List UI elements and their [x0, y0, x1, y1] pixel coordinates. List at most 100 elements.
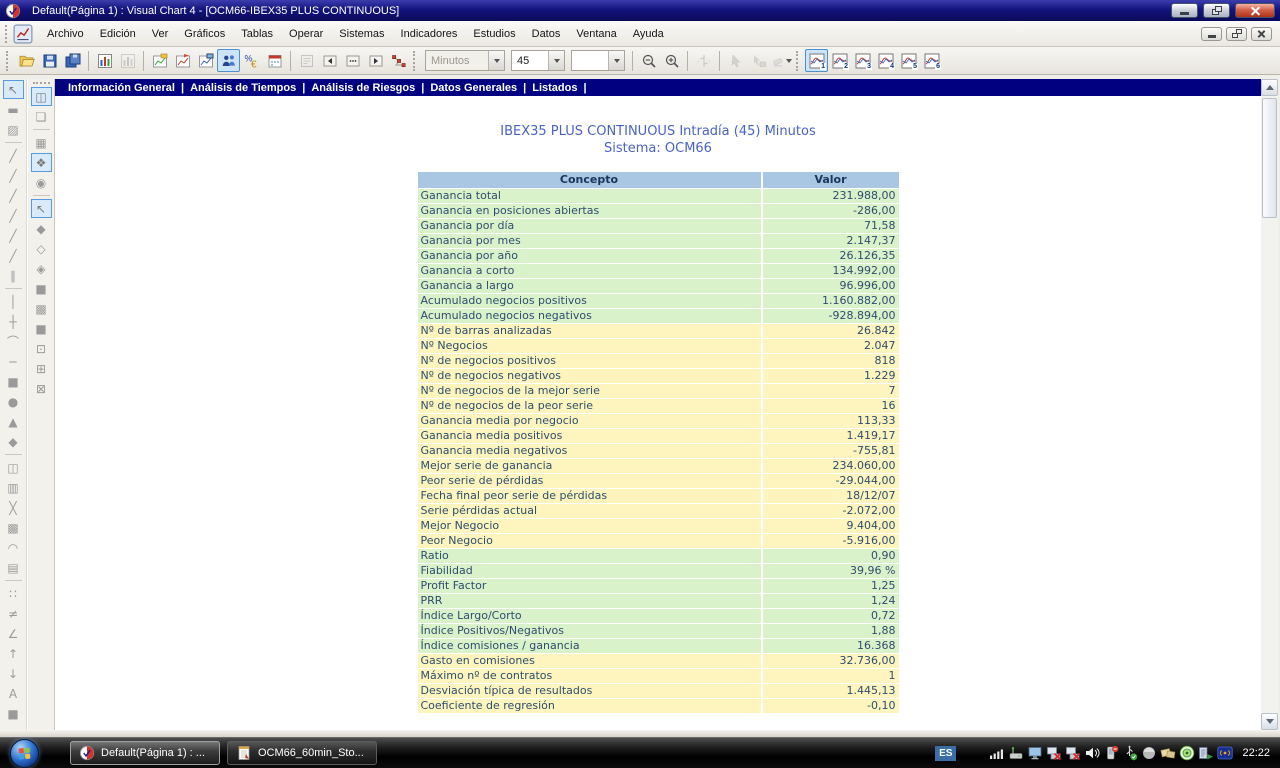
view-preset-6-icon[interactable]: 6 — [920, 49, 943, 72]
page-prev-icon[interactable] — [318, 49, 341, 72]
menu-item-graficos[interactable]: Gráficos — [176, 24, 233, 44]
menu-item-operar[interactable]: Operar — [281, 24, 331, 44]
mdi-close-button[interactable] — [1251, 27, 1272, 41]
trendline-tool-icon[interactable]: ╱ — [3, 166, 24, 185]
hatch-tool-icon[interactable]: ╳ — [3, 498, 24, 517]
network-error2-icon[interactable] — [1065, 745, 1081, 761]
parallel-lines-tool-icon[interactable]: ∥ — [3, 266, 24, 285]
color-swatch-tool-icon[interactable]: ■ — [3, 704, 24, 723]
network-error-icon[interactable] — [1046, 745, 1062, 761]
chevron-down-icon[interactable] — [786, 59, 792, 63]
arrow-up-tool-icon[interactable]: ↑ — [3, 644, 24, 663]
pin-line-tool-icon[interactable]: ▬ — [3, 100, 24, 119]
chevron-down-icon[interactable] — [548, 51, 564, 70]
zoom-out-icon[interactable] — [637, 49, 660, 72]
mdi-minimize-button[interactable] — [1201, 27, 1222, 41]
delete-box-tool-icon[interactable]: ⊠ — [31, 379, 52, 398]
menu-item-sistemas[interactable]: Sistemas — [331, 24, 392, 44]
dotted-diamond-tool-icon[interactable]: ◇ — [31, 239, 52, 258]
tab-datos-generales[interactable]: Datos Generales — [424, 82, 523, 94]
region-tool-icon[interactable]: ▨ — [3, 120, 24, 139]
tab-listados[interactable]: Listados — [526, 82, 583, 94]
ray-tool-icon[interactable]: ╱ — [3, 186, 24, 205]
taskbar-clock[interactable]: 22:22 — [1242, 747, 1270, 759]
solid-box-tool-icon[interactable]: ■ — [31, 319, 52, 338]
window-layout-tool-icon[interactable]: ◫ — [31, 87, 52, 106]
view-preset-5-icon[interactable]: 5 — [897, 49, 920, 72]
chart-settings-tool-icon[interactable]: ⊞ — [31, 359, 52, 378]
open-icon[interactable] — [15, 49, 38, 72]
tab-analisis-de-tiempos[interactable]: Análisis de Tiempos — [184, 82, 302, 94]
restore-button[interactable] — [1203, 3, 1230, 18]
curve-tool-icon[interactable]: ⌒ — [3, 332, 24, 351]
menubar-grip[interactable] — [5, 25, 9, 43]
wireless-badge-icon[interactable] — [1217, 745, 1233, 761]
vertical-scrollbar[interactable] — [1261, 79, 1278, 730]
segment-tool-icon[interactable]: ╱ — [3, 146, 24, 165]
toolbar-grip[interactable] — [33, 82, 50, 86]
vertical-line-tool-icon[interactable]: │ — [3, 292, 24, 311]
open-marked-chart-icon[interactable] — [194, 49, 217, 72]
objects-manager-tool-icon[interactable]: ❖ — [31, 153, 52, 172]
chevron-down-icon[interactable] — [608, 51, 624, 70]
pc-icon[interactable] — [1027, 745, 1043, 761]
regression-line-tool-icon[interactable]: ╱ — [3, 226, 24, 245]
menu-item-ventana[interactable]: Ventana — [568, 24, 624, 44]
menu-item-ver[interactable]: Ver — [144, 24, 177, 44]
diamond-tool-icon[interactable]: ◆ — [3, 432, 24, 451]
start-button[interactable] — [10, 739, 39, 768]
view-preset-3-icon[interactable]: 3 — [851, 49, 874, 72]
tab-informacion-general[interactable]: Información General — [62, 82, 181, 94]
link-windows-icon[interactable] — [387, 49, 410, 72]
zoom-in-icon[interactable] — [660, 49, 683, 72]
scanner-icon[interactable] — [1179, 745, 1195, 761]
triangle-tool-icon[interactable]: ▲ — [3, 412, 24, 431]
diamond-marker-tool-icon[interactable]: ◆ — [31, 219, 52, 238]
scatter-tool-icon[interactable]: ∷ — [3, 584, 24, 603]
files-icon[interactable] — [1160, 745, 1176, 761]
pointer-tool-icon[interactable]: ↖ — [3, 80, 24, 99]
menu-item-tablas[interactable]: Tablas — [233, 24, 281, 44]
save-icon[interactable] — [38, 49, 61, 72]
menu-item-archivo[interactable]: Archivo — [39, 24, 92, 44]
text-tool-icon[interactable]: A — [3, 684, 24, 703]
view-preset-4-icon[interactable]: 4 — [874, 49, 897, 72]
usb-ok-icon[interactable] — [1122, 745, 1138, 761]
chart-bars-icon[interactable] — [93, 49, 116, 72]
mdi-restore-button[interactable] — [1226, 27, 1247, 41]
toolbar-grip[interactable] — [6, 51, 10, 71]
scroll-up-button[interactable] — [1261, 79, 1278, 96]
minimize-button[interactable] — [1171, 3, 1198, 18]
toolbar-grip[interactable] — [413, 51, 417, 71]
menu-item-indicadores[interactable]: Indicadores — [393, 24, 466, 44]
language-indicator[interactable]: ES — [935, 746, 956, 761]
hatched-box-tool-icon[interactable]: ▩ — [3, 518, 24, 537]
percent-euro-icon[interactable]: %€ — [240, 49, 263, 72]
new-chart-icon[interactable] — [148, 49, 171, 72]
page-next-icon[interactable] — [364, 49, 387, 72]
tab-analisis-de-riesgos[interactable]: Análisis de Riesgos — [305, 82, 421, 94]
save-all-icon[interactable] — [61, 49, 84, 72]
rectangle-tool-icon[interactable]: ■ — [3, 372, 24, 391]
dotted-diamond2-tool-icon[interactable]: ◈ — [31, 259, 52, 278]
menu-item-estudios[interactable]: Estudios — [465, 24, 523, 44]
text-box-tool-icon[interactable]: ▤ — [3, 558, 24, 577]
router-icon[interactable] — [1008, 745, 1024, 761]
phone-blocked-icon[interactable] — [1103, 745, 1119, 761]
layers-tool-icon[interactable]: ❏ — [31, 107, 52, 126]
ellipse-tool-icon[interactable]: ● — [3, 392, 24, 411]
signal-icon[interactable] — [989, 745, 1005, 761]
channel-tool-icon[interactable]: ╱ — [3, 206, 24, 225]
scrollbar-thumb[interactable] — [1262, 98, 1277, 218]
calendar-icon[interactable] — [263, 49, 286, 72]
database-run-icon[interactable] — [1198, 745, 1214, 761]
open-flag-chart-icon[interactable] — [171, 49, 194, 72]
arc-tool-icon[interactable]: ◠ — [3, 538, 24, 557]
no-lines-tool-icon[interactable]: ≠ — [3, 604, 24, 623]
taskbar-button-default-pagina-1[interactable]: Default(Página 1) : ... — [70, 741, 220, 765]
menu-item-edicion[interactable]: Edición — [92, 24, 144, 44]
status-ball-icon[interactable] — [1141, 745, 1157, 761]
units-select[interactable] — [571, 50, 625, 71]
prompt-box-tool-icon[interactable]: ⊡ — [31, 339, 52, 358]
views-tool-icon[interactable]: ◉ — [31, 173, 52, 192]
